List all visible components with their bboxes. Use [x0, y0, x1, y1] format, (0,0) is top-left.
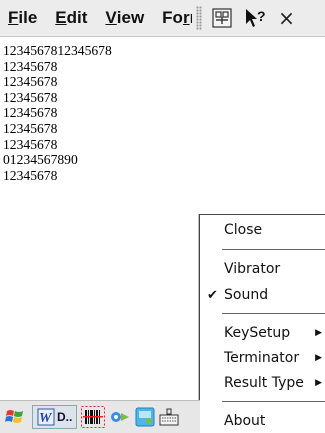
- menu-item-close[interactable]: Close: [200, 218, 325, 242]
- start-button[interactable]: [4, 406, 26, 428]
- menu-item-vibrator-label: Vibrator: [224, 261, 281, 277]
- toolbar-grip[interactable]: [196, 6, 203, 30]
- menu-file[interactable]: File: [0, 0, 37, 36]
- text-line: 12345678: [3, 74, 58, 90]
- menu-item-terminator[interactable]: Terminator ▶: [200, 346, 325, 370]
- svg-text:?: ?: [257, 8, 266, 24]
- menu-item-sound-label: Sound: [224, 287, 269, 303]
- menu-item-result-type[interactable]: Result Type ▶: [200, 371, 325, 395]
- text-line: 12345678: [3, 120, 58, 136]
- menu-file-accel: F: [8, 8, 19, 27]
- text-line: 01234567890: [3, 152, 78, 168]
- close-icon[interactable]: ×: [278, 6, 295, 30]
- checkmark-icon: ✔: [207, 287, 218, 303]
- menu-edit-accel: E: [55, 8, 67, 27]
- keyboard-tray-icon: [159, 408, 179, 426]
- text-line: 12345678: [3, 167, 58, 183]
- menu-view[interactable]: View: [97, 0, 144, 36]
- menu-item-about[interactable]: About: [200, 409, 325, 433]
- barcode-tray-button[interactable]: [81, 406, 106, 428]
- text-line: 12345678: [3, 89, 58, 105]
- submenu-arrow-icon: ▶: [315, 378, 322, 388]
- menu-format-lead: Fo: [162, 8, 183, 27]
- app-tray-button[interactable]: [135, 407, 155, 427]
- submenu-arrow-icon: ▶: [315, 353, 322, 363]
- text-line: 1234567812345678: [3, 43, 112, 58]
- menu-view-rest: iew: [116, 8, 145, 27]
- wordpad-icon: W: [37, 408, 55, 426]
- text-line: 12345678: [3, 105, 58, 121]
- text-line: 12345678: [3, 58, 58, 74]
- input-panel-button[interactable]: [208, 5, 236, 31]
- menu-bar: File Edit View Format ? ×: [0, 0, 325, 37]
- menu-format-accel: r: [182, 8, 190, 27]
- menu-separator: [222, 249, 325, 250]
- app-icon: [135, 407, 155, 427]
- menu-separator: [222, 313, 325, 314]
- text-line: 12345678: [3, 136, 58, 152]
- svg-text:W: W: [39, 411, 53, 426]
- taskbar: W D..: [0, 400, 200, 433]
- menu-item-terminator-label: Terminator: [224, 350, 300, 366]
- menu-view-accel: V: [105, 8, 117, 27]
- menu-file-rest: ile: [18, 8, 38, 27]
- menu-separator: [222, 401, 325, 402]
- menu-format-rest: mat: [190, 8, 193, 28]
- keyboard-icon: [212, 8, 232, 28]
- menu-edit-rest: dit: [66, 8, 88, 27]
- connectivity-tray-button[interactable]: [109, 407, 131, 427]
- taskbar-window-label: D..: [57, 410, 73, 424]
- help-button[interactable]: ?: [242, 5, 270, 31]
- sip-keyboard-button[interactable]: [159, 407, 179, 427]
- popup-menu: Close Vibrator ✔ Sound KeySetup ▶ Termin…: [199, 214, 325, 433]
- help-pointer-icon: ?: [246, 8, 266, 27]
- menu-item-keysetup[interactable]: KeySetup ▶: [200, 321, 325, 345]
- taskbar-window-button[interactable]: W D..: [32, 405, 78, 429]
- menu-item-keysetup-label: KeySetup: [224, 325, 291, 341]
- menu-item-about-label: About: [224, 413, 266, 429]
- menu-item-result-type-label: Result Type: [224, 375, 304, 391]
- submenu-arrow-icon: ▶: [315, 328, 322, 338]
- barcode-icon: [81, 406, 106, 428]
- windows-flag-icon: [5, 410, 23, 423]
- menu-item-sound[interactable]: ✔ Sound: [200, 283, 325, 307]
- menu-edit[interactable]: Edit: [47, 0, 87, 36]
- connectivity-icon: [111, 412, 130, 422]
- menu-item-close-label: Close: [224, 222, 263, 238]
- menu-item-vibrator[interactable]: Vibrator: [200, 257, 325, 281]
- menu-format[interactable]: Format: [154, 0, 192, 36]
